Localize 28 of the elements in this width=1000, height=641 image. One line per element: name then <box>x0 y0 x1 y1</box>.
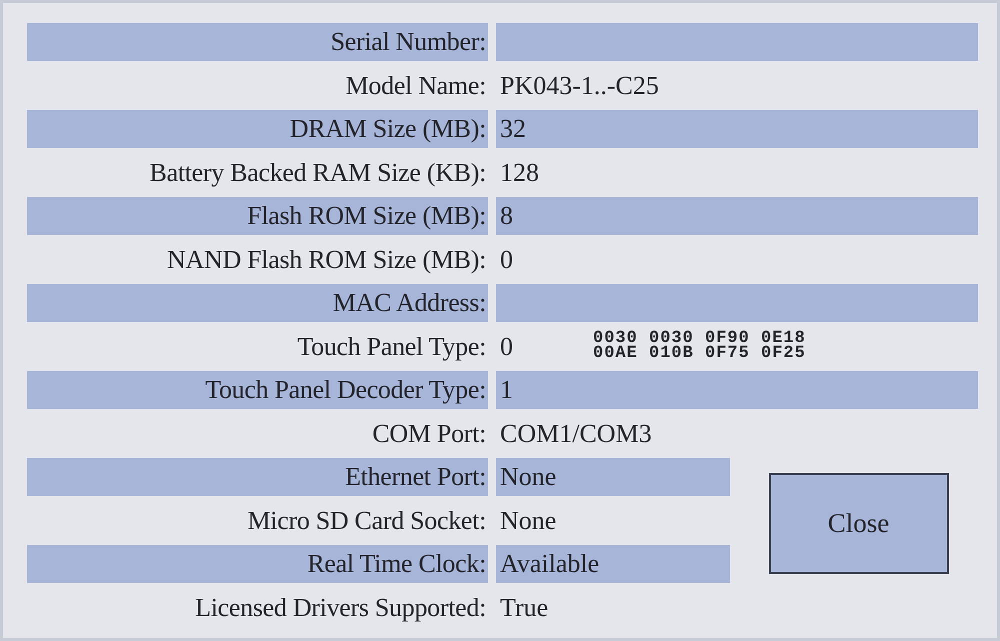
field-label: Serial Number: <box>27 23 488 60</box>
field-value: None <box>500 504 556 537</box>
calibration-values: 0030 0030 0F90 0E18 00AE 010B 0F75 0F25 <box>593 331 806 362</box>
field-label: COM Port: <box>371 418 487 450</box>
field-label: Licensed Drivers Supported: <box>194 592 487 624</box>
field-value: 0 <box>500 244 513 276</box>
field-label: Ethernet Port: <box>27 458 488 496</box>
field-label: Touch Panel Decoder Type: <box>27 371 488 408</box>
close-button[interactable]: Close <box>768 473 948 574</box>
field-label: Battery Backed RAM Size (KB): <box>148 156 487 189</box>
field-value: None <box>500 461 556 494</box>
field-label: Micro SD Card Socket: <box>246 504 487 536</box>
field-value: 0 <box>500 330 513 363</box>
field-label: Real Time Clock: <box>27 545 488 582</box>
field-label: MAC Address: <box>27 284 488 322</box>
field-value: 128 <box>500 156 539 189</box>
field-label: Flash ROM Size (MB): <box>27 197 488 234</box>
field-value: 8 <box>500 200 513 232</box>
field-value: Available <box>500 548 600 580</box>
field-value: 1 <box>500 374 513 406</box>
field-label: Model Name: <box>344 70 487 102</box>
field-value: 32 <box>500 113 526 146</box>
field-label: Touch Panel Type: <box>296 330 487 363</box>
field-value: PK043-1..-C25 <box>500 70 659 102</box>
field-value: COM1/COM3 <box>500 418 652 450</box>
field-label: DRAM Size (MB): <box>27 110 488 148</box>
field-label: NAND Flash ROM Size (MB): <box>166 244 487 276</box>
field-value: True <box>500 592 548 624</box>
